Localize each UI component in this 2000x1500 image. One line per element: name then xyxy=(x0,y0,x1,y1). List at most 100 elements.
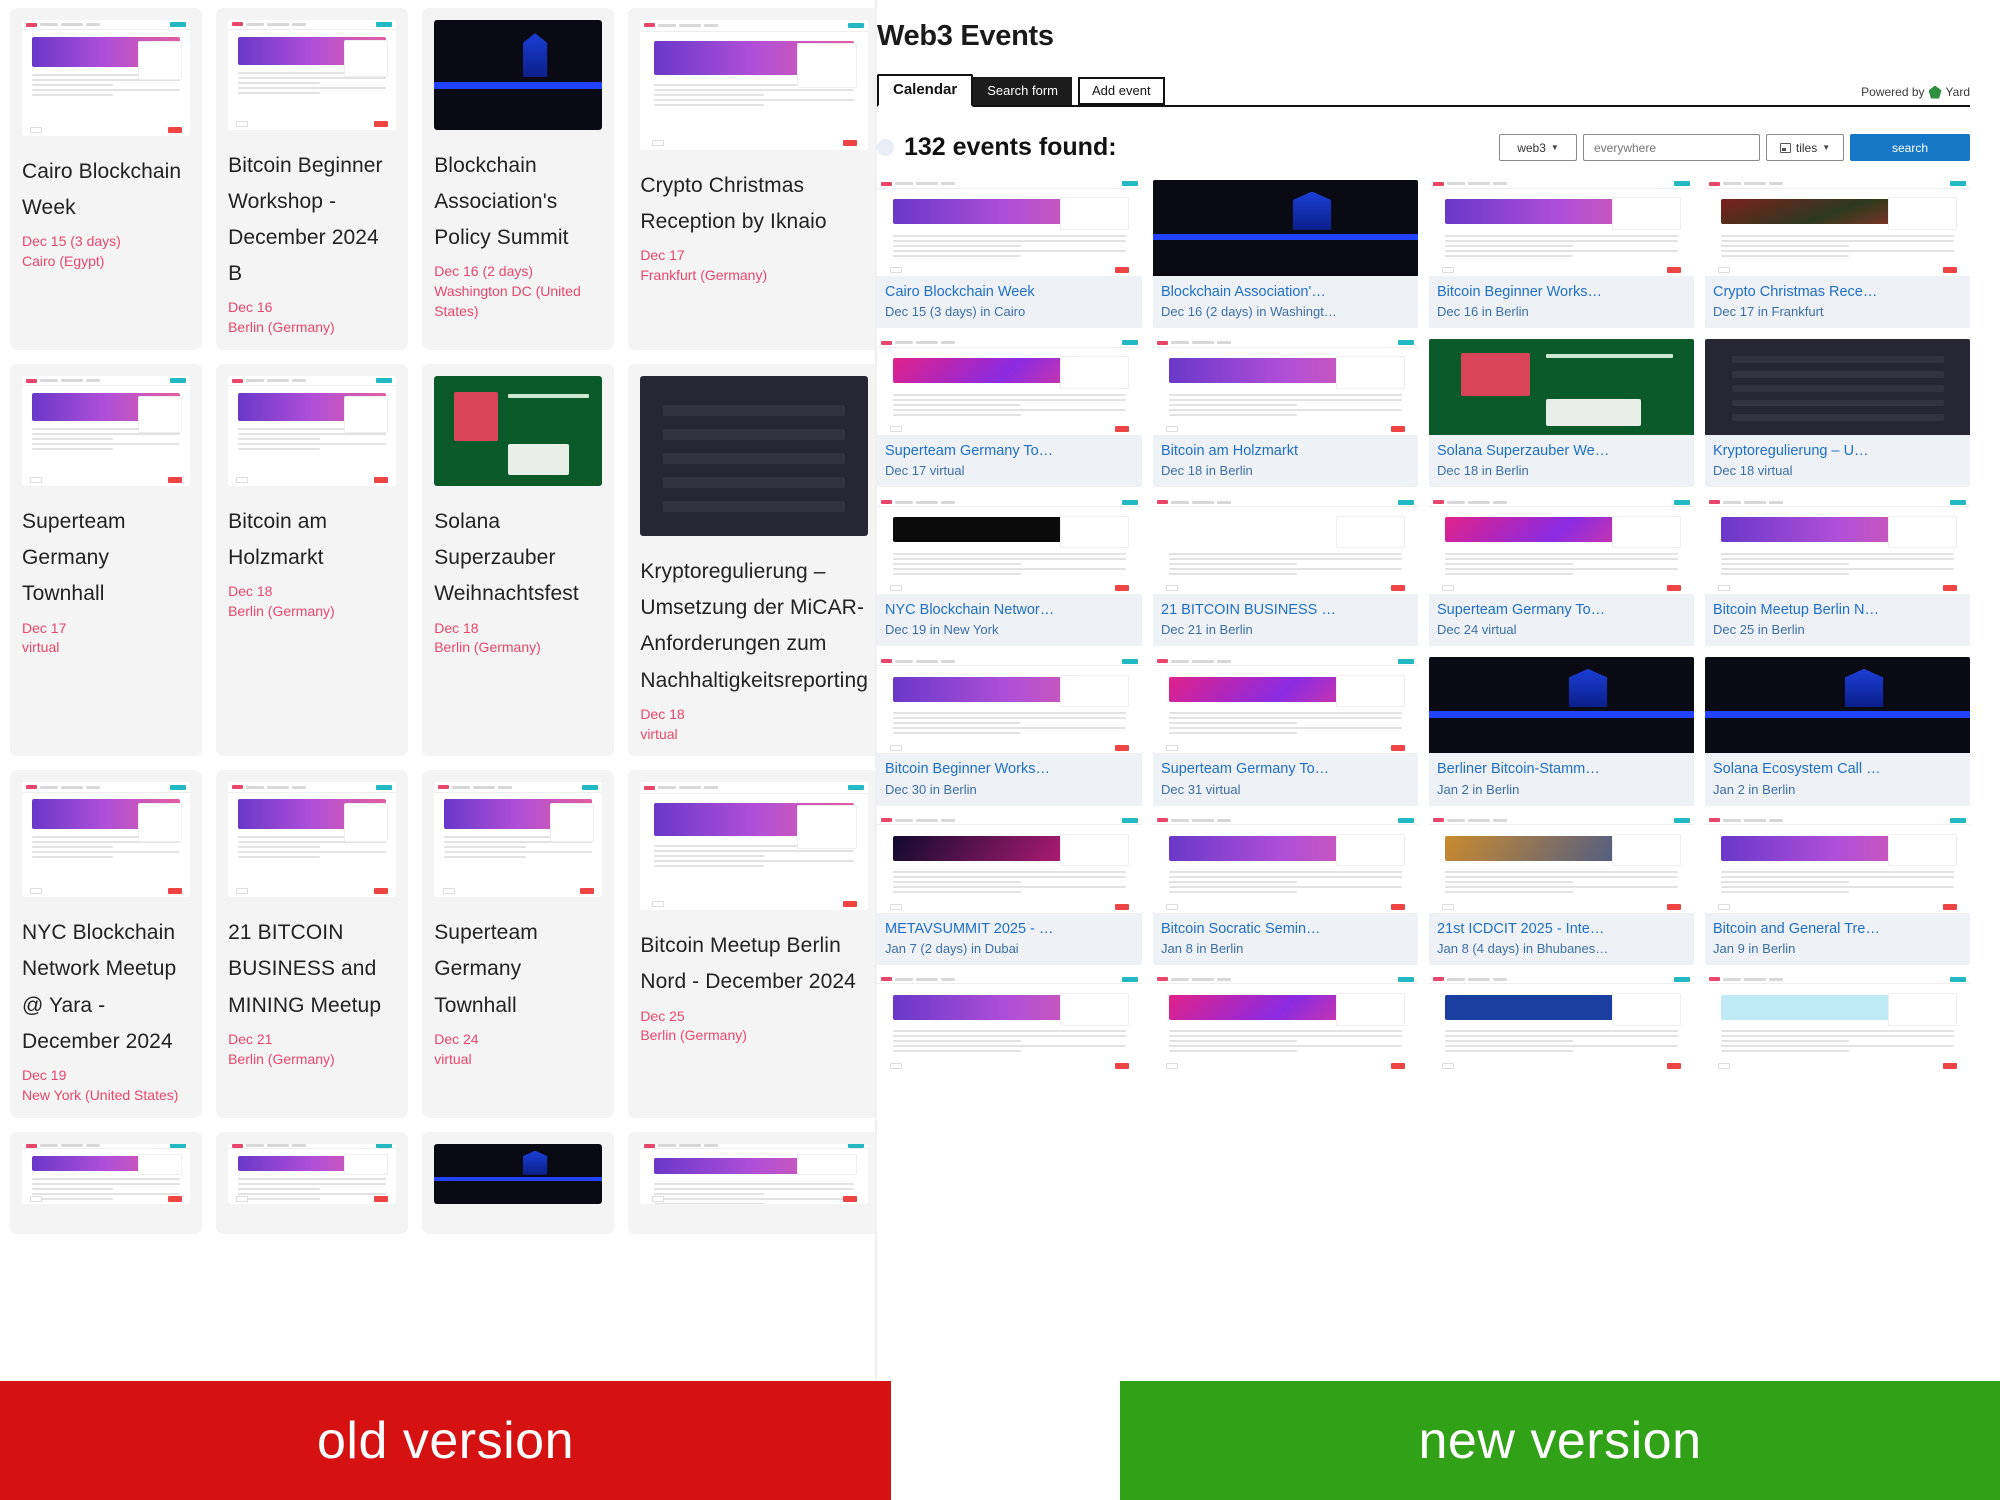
new-event-title[interactable]: Bitcoin Socratic Semin… xyxy=(1161,920,1410,938)
old-event-card[interactable]: Kryptoregulierung – Umsetzung der MiCAR-… xyxy=(628,364,880,757)
new-event-card[interactable]: Bitcoin Beginner Works… Dec 16 in Berlin xyxy=(1429,180,1694,329)
old-event-card[interactable]: Blockchain Association's Policy Summit De… xyxy=(422,8,615,351)
old-event-card[interactable]: Bitcoin am Holzmarkt Dec 18 Berlin (German… xyxy=(216,364,409,757)
tab-add-event[interactable]: Add event xyxy=(1078,76,1165,105)
new-event-title[interactable]: Superteam Germany To… xyxy=(1437,601,1686,619)
results-count-label: 132 events found: xyxy=(904,133,1117,161)
new-event-title[interactable]: Bitcoin Meetup Berlin N… xyxy=(1713,601,1962,619)
old-event-title[interactable]: 21 BITCOIN BUSINESS and MINING Meetup xyxy=(228,915,396,1023)
old-event-card[interactable]: Superteam Germany Townhall Dec 24 virtual xyxy=(422,770,615,1118)
tiles-icon xyxy=(1779,142,1791,153)
new-event-card[interactable]: Bitcoin and General Tre… Jan 9 in Berlin xyxy=(1705,816,1970,965)
new-event-title[interactable]: Blockchain Association'… xyxy=(1161,283,1410,301)
new-event-meta: Jan 9 in Berlin xyxy=(1713,940,1796,956)
new-event-meta: Jan 8 (4 days) in Bhubanes… xyxy=(1437,940,1609,956)
new-event-meta: Dec 31 virtual xyxy=(1161,781,1241,797)
new-event-meta: Dec 17 virtual xyxy=(885,463,965,479)
old-event-title[interactable]: Solana Superzauber Weihnachtsfest xyxy=(434,504,602,612)
new-event-card[interactable]: Solana Superzauber We… Dec 18 in Berlin xyxy=(1429,339,1694,488)
old-event-card[interactable]: Bitcoin Meetup Berlin Nord - December 20… xyxy=(628,770,880,1118)
old-event-title[interactable]: Kryptoregulierung – Umsetzung der MiCAR-… xyxy=(640,554,868,698)
tab-calendar[interactable]: Calendar xyxy=(877,73,974,107)
old-event-card[interactable]: Solana Superzauber Weihnachtsfest Dec 18 B… xyxy=(422,364,615,757)
old-event-title[interactable]: Bitcoin Meetup Berlin Nord - December 20… xyxy=(640,928,868,1000)
new-event-title[interactable]: 21st ICDCIT 2025 - Inte… xyxy=(1437,920,1686,938)
new-event-card[interactable]: Cairo Blockchain Week Dec 15 (3 days) in … xyxy=(877,180,1142,329)
old-event-card[interactable] xyxy=(628,1131,880,1234)
event-screenshot-thumbnail xyxy=(640,1143,868,1204)
search-button[interactable]: search xyxy=(1850,134,1970,161)
event-thumbnail xyxy=(877,180,1142,276)
new-event-title[interactable]: Solana Ecosystem Call … xyxy=(1713,760,1962,778)
old-event-title[interactable]: Superteam Germany Townhall xyxy=(434,915,602,1023)
old-event-title[interactable]: NYC Blockchain Network Meetup @ Yara - D… xyxy=(22,915,190,1059)
new-event-meta: Dec 21 in Berlin xyxy=(1161,622,1253,638)
event-thumbnail xyxy=(22,20,191,136)
new-event-card[interactable]: 21 BITCOIN BUSINESS … Dec 21 in Berlin xyxy=(1153,498,1418,647)
location-input[interactable] xyxy=(1583,134,1760,161)
new-event-title[interactable]: NYC Blockchain Networ… xyxy=(885,601,1134,619)
new-event-title[interactable]: 21 BITCOIN BUSINESS … xyxy=(1161,601,1410,619)
results-count: 132 events found: xyxy=(877,133,1117,162)
new-event-card[interactable]: Crypto Christmas Rece… Dec 17 in Frankfur… xyxy=(1705,180,1970,329)
old-event-card[interactable] xyxy=(216,1131,409,1234)
old-event-location: Frankfurt (Germany) xyxy=(640,267,768,284)
new-event-card[interactable]: 21st ICDCIT 2025 - Inte… Jan 8 (4 days) i… xyxy=(1429,816,1694,965)
event-thumbnail xyxy=(1429,339,1694,436)
event-screenshot-thumbnail xyxy=(1153,816,1418,913)
new-event-card[interactable]: Bitcoin Beginner Works… Dec 30 in Berlin xyxy=(877,657,1142,806)
old-event-title[interactable]: Bitcoin Beginner Workshop - December 202… xyxy=(228,148,396,292)
new-event-title[interactable]: Superteam Germany To… xyxy=(1161,760,1410,778)
new-event-title[interactable]: Solana Superzauber We… xyxy=(1437,442,1686,460)
old-event-card[interactable] xyxy=(10,1131,203,1234)
old-event-date: Dec 18 xyxy=(228,583,273,600)
new-event-card[interactable]: Bitcoin Socratic Semin… Jan 8 in Berlin xyxy=(1153,816,1418,965)
new-event-meta: Dec 24 virtual xyxy=(1437,622,1517,638)
new-event-card[interactable]: Superteam Germany To… Dec 31 virtual xyxy=(1153,657,1418,806)
new-event-title[interactable]: Cairo Blockchain Week xyxy=(885,283,1134,301)
new-event-card[interactable]: Bitcoin am Holzmarkt Dec 18 in Berlin xyxy=(1153,339,1418,488)
old-event-card[interactable]: Bitcoin Beginner Workshop - December 202… xyxy=(216,8,409,351)
new-event-card[interactable] xyxy=(1153,975,1418,1072)
new-event-card[interactable] xyxy=(1429,975,1694,1072)
old-event-card[interactable]: Crypto Christmas Reception by Iknaio Dec … xyxy=(628,8,880,351)
old-event-title[interactable]: Superteam Germany Townhall xyxy=(22,504,190,612)
old-event-date: Dec 18 xyxy=(640,705,685,722)
new-event-title[interactable]: METAVSUMMIT 2025 - … xyxy=(885,920,1134,938)
old-event-card[interactable]: Superteam Germany Townhall Dec 17 virtual xyxy=(10,364,203,757)
new-event-card[interactable]: NYC Blockchain Networ… Dec 19 in New York xyxy=(877,498,1142,647)
new-event-title[interactable]: Kryptoregulierung – U… xyxy=(1713,442,1962,460)
new-event-card[interactable]: Superteam Germany To… Dec 17 virtual xyxy=(877,339,1142,488)
old-event-card[interactable] xyxy=(422,1131,615,1234)
old-event-card[interactable]: 21 BITCOIN BUSINESS and MINING Meetup Dec… xyxy=(216,770,409,1118)
view-select[interactable]: tiles ▼ xyxy=(1766,134,1844,161)
new-event-card[interactable]: Blockchain Association'… Dec 16 (2 days) … xyxy=(1153,180,1418,329)
new-event-title[interactable]: Bitcoin am Holzmarkt xyxy=(1161,442,1410,460)
event-thumbnail xyxy=(1153,975,1418,1072)
new-event-card[interactable] xyxy=(1705,975,1970,1072)
new-event-title[interactable]: Bitcoin Beginner Works… xyxy=(1437,283,1686,301)
new-event-card[interactable]: Bitcoin Meetup Berlin N… Dec 25 in Berlin xyxy=(1705,498,1970,647)
old-version-banner-label: old version xyxy=(317,1411,574,1470)
new-event-card[interactable]: Berliner Bitcoin-Stamm… Jan 2 in Berlin xyxy=(1429,657,1694,806)
new-event-title[interactable]: Bitcoin Beginner Works… xyxy=(885,760,1134,778)
old-event-title[interactable]: Blockchain Association's Policy Summit xyxy=(434,148,602,256)
new-event-title[interactable]: Bitcoin and General Tre… xyxy=(1713,920,1962,938)
old-event-title[interactable]: Crypto Christmas Reception by Iknaio xyxy=(640,168,868,240)
old-event-title[interactable]: Bitcoin am Holzmarkt xyxy=(228,504,396,576)
new-event-card[interactable]: Kryptoregulierung – U… Dec 18 virtual xyxy=(1705,339,1970,488)
tab-search-form[interactable]: Search form xyxy=(973,76,1073,105)
new-event-card[interactable] xyxy=(877,975,1142,1072)
new-event-title[interactable]: Berliner Bitcoin-Stamm… xyxy=(1437,760,1686,778)
old-event-title[interactable]: Cairo Blockchain Week xyxy=(22,154,190,226)
keyword-select[interactable]: web3 ▼ xyxy=(1499,134,1577,161)
new-event-title[interactable]: Crypto Christmas Rece… xyxy=(1713,283,1962,301)
old-event-location: Washington DC (United States) xyxy=(434,283,581,320)
new-event-card[interactable]: Superteam Germany To… Dec 24 virtual xyxy=(1429,498,1694,647)
new-event-title[interactable]: Superteam Germany To… xyxy=(885,442,1134,460)
new-event-meta: Dec 18 in Berlin xyxy=(1161,463,1253,479)
old-event-card[interactable]: NYC Blockchain Network Meetup @ Yara - D… xyxy=(10,770,203,1118)
new-event-card[interactable]: METAVSUMMIT 2025 - … Jan 7 (2 days) in Du… xyxy=(877,816,1142,965)
new-event-card[interactable]: Solana Ecosystem Call … Jan 2 in Berlin xyxy=(1705,657,1970,806)
old-event-card[interactable]: Cairo Blockchain Week Dec 15 (3 days) Cair… xyxy=(10,8,203,351)
